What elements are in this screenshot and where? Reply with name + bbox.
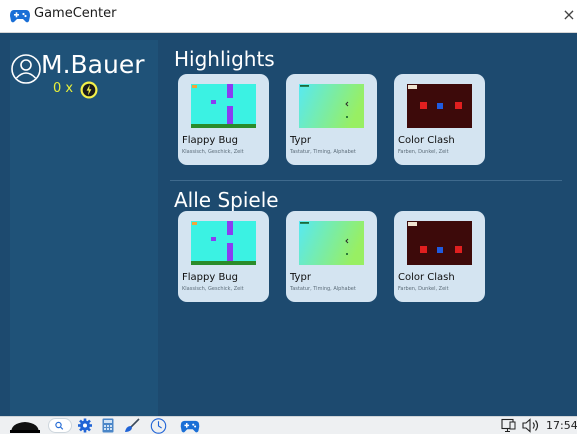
profile-sidebar: M.Bauer 0 x <box>10 40 158 416</box>
search-icon[interactable] <box>48 418 72 433</box>
gear-icon[interactable] <box>78 418 92 433</box>
volume-icon[interactable] <box>522 418 542 433</box>
game-card-typr[interactable]: Typr Tastatur, Timing, Alphabet <box>286 211 377 302</box>
network-icon[interactable] <box>501 418 516 433</box>
game-card-color-clash[interactable]: Color Clash Farben, Dunkel, Zeit <box>394 74 485 165</box>
close-button[interactable]: × <box>562 4 576 26</box>
taskbar-clock[interactable]: 17:54 <box>546 419 577 432</box>
brush-icon[interactable] <box>124 418 140 433</box>
gamepad-icon[interactable] <box>180 420 200 433</box>
game-card-flappy-bug[interactable]: Flappy Bug Klassisch, Geschick, Zeit <box>178 211 269 302</box>
game-title: Typr <box>290 272 311 283</box>
highlights-heading: Highlights <box>174 47 275 71</box>
coin-icon <box>80 81 98 99</box>
game-tags: Tastatur, Timing, Alphabet <box>290 149 356 155</box>
game-title: Flappy Bug <box>182 135 238 146</box>
all-games-heading: Alle Spiele <box>174 188 279 212</box>
taskbar: 17:54 <box>0 416 577 434</box>
flappy-bug-thumbnail <box>191 84 256 128</box>
game-tags: Tastatur, Timing, Alphabet <box>290 286 356 292</box>
game-tags: Klassisch, Geschick, Zeit <box>182 149 244 155</box>
clock-icon[interactable] <box>150 418 167 434</box>
user-avatar-icon[interactable] <box>10 53 42 85</box>
game-card-typr[interactable]: Typr Tastatur, Timing, Alphabet <box>286 74 377 165</box>
coin-count: 0 x <box>53 81 74 96</box>
flappy-bug-thumbnail <box>191 221 256 265</box>
color-clash-thumbnail <box>407 84 472 128</box>
game-title: Typr <box>290 135 311 146</box>
game-tags: Farben, Dunkel, Zeit <box>398 149 449 155</box>
typr-thumbnail <box>299 84 364 128</box>
game-title: Color Clash <box>398 272 455 283</box>
game-card-flappy-bug[interactable]: Flappy Bug Klassisch, Geschick, Zeit <box>178 74 269 165</box>
game-title: Color Clash <box>398 135 455 146</box>
game-title: Flappy Bug <box>182 272 238 283</box>
section-divider <box>170 180 562 181</box>
window-title: GameCenter <box>34 6 117 21</box>
color-clash-thumbnail <box>407 221 472 265</box>
game-tags: Klassisch, Geschick, Zeit <box>182 286 244 292</box>
game-tags: Farben, Dunkel, Zeit <box>398 286 449 292</box>
gamepad-icon <box>10 10 30 23</box>
calculator-icon[interactable] <box>102 418 114 433</box>
typr-thumbnail <box>299 221 364 265</box>
hat-icon[interactable] <box>10 419 40 433</box>
game-card-color-clash[interactable]: Color Clash Farben, Dunkel, Zeit <box>394 211 485 302</box>
username: M.Bauer <box>41 50 145 79</box>
close-icon: × <box>562 5 576 24</box>
title-bar: GameCenter × <box>0 0 577 33</box>
